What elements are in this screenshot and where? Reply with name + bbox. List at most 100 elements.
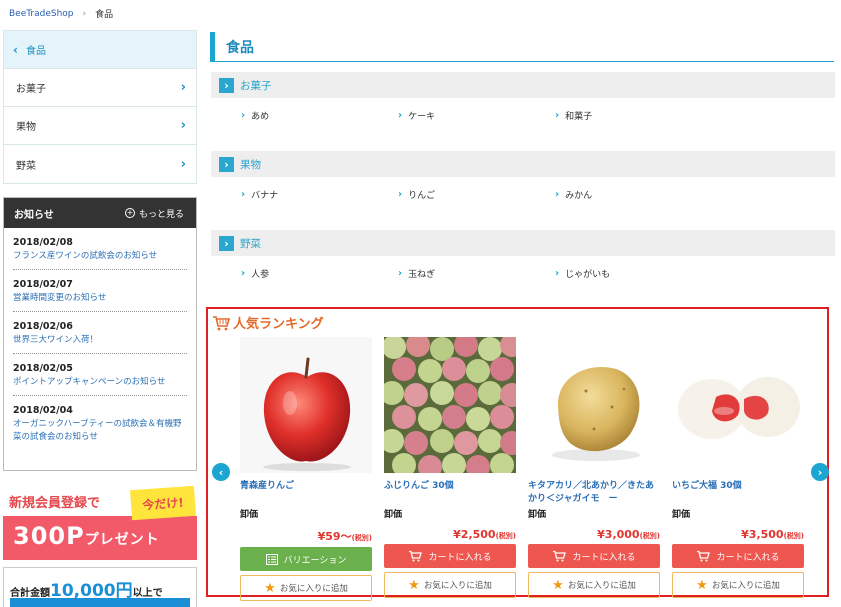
sidebar-item-fruit[interactable]: 果物 › <box>4 107 196 145</box>
add-to-favorites-button[interactable]: ★ お気に入りに追加 <box>384 572 516 598</box>
price-value: ¥3,000 <box>597 528 640 541</box>
carousel-next-button[interactable]: › <box>811 463 829 481</box>
subcategory-link[interactable]: › みかん <box>555 188 712 201</box>
product-name-link[interactable]: いちご大福 30個 <box>672 480 804 506</box>
chevron-right-icon: › <box>219 77 234 93</box>
price-tax-label: (税別) <box>495 532 516 540</box>
price-tax-label: (税別) <box>639 532 660 540</box>
signup-banner-badge: 今だけ! <box>130 486 196 521</box>
list-icon <box>265 553 278 565</box>
subcategory-label: 和菓子 <box>565 112 593 122</box>
chevron-right-icon: › <box>180 156 186 172</box>
subcategory-link[interactable]: › 人参 <box>241 267 398 280</box>
price-value: ¥59〜 <box>317 530 352 543</box>
ranking-header: 人気ランキング <box>212 313 324 332</box>
product-price: ¥59〜(税別) <box>240 528 372 544</box>
subcategory-link[interactable]: › りんご <box>398 188 555 201</box>
product-image[interactable] <box>240 337 372 473</box>
news-box: お知らせ + もっと見る 2018/02/08 フランス産ワインの試飲会のお知ら… <box>3 197 197 471</box>
add-to-favorites-button[interactable]: ★ お気に入りに追加 <box>240 575 372 601</box>
product-image[interactable] <box>384 337 516 473</box>
signup-banner-line2: 300Pプレゼント <box>13 522 160 550</box>
signup-banner-line1: 新規会員登録で <box>9 496 101 511</box>
subcategory-link[interactable]: › 和菓子 <box>555 109 712 122</box>
category-section-okashi: › お菓子 › あめ › ケーキ › 和菓子 <box>211 72 835 122</box>
add-to-cart-label: カートに入れる <box>716 552 780 563</box>
chevron-right-icon: › <box>555 189 560 200</box>
category-section-header[interactable]: › お菓子 <box>211 72 835 98</box>
add-to-favorites-button[interactable]: ★ お気に入りに追加 <box>672 572 804 598</box>
carousel-prev-button[interactable]: ‹ <box>212 463 230 481</box>
price-tax-label: (税別) <box>783 532 804 540</box>
chevron-right-icon: › <box>219 235 234 251</box>
product-image[interactable] <box>672 337 804 473</box>
breadcrumb-separator: › <box>82 8 87 19</box>
variation-button[interactable]: バリエーション <box>240 547 372 571</box>
news-entry: 2018/02/06 世界三大ワイン入荷！ <box>13 312 187 354</box>
breadcrumb: BeeTradeShop › 食品 <box>9 7 113 21</box>
news-header: お知らせ + もっと見る <box>4 198 196 228</box>
chevron-right-icon: › <box>555 268 560 279</box>
subcategory-label: ケーキ <box>408 112 436 122</box>
product-price: ¥2,500(税別) <box>384 528 516 541</box>
free-shipping-banner[interactable]: 合計金額10,000円以上で <box>3 567 197 607</box>
add-to-cart-button[interactable]: カートに入れる <box>528 544 660 568</box>
subcategory-link[interactable]: › じゃがいも <box>555 267 712 280</box>
category-back-label: 食品 <box>25 46 46 57</box>
chevron-right-icon: › <box>219 156 234 172</box>
chevron-right-icon: › <box>398 268 403 279</box>
add-to-favorites-button[interactable]: ★ お気に入りに追加 <box>528 572 660 598</box>
sidebar-item-label: 果物 <box>16 122 36 133</box>
news-link[interactable]: オーガニックハーブティーの試飲会＆有機野菜の試食会のお知らせ <box>13 419 182 442</box>
news-date: 2018/02/08 <box>13 237 73 248</box>
product-name-link[interactable]: ふじりんご 30個 <box>384 480 516 506</box>
chevron-right-icon: › <box>555 110 560 121</box>
subcategory-label: みかん <box>565 191 593 201</box>
news-date: 2018/02/04 <box>13 405 73 416</box>
signup-banner[interactable]: 新規会員登録で 今だけ! 300Pプレゼント <box>3 486 197 560</box>
category-back-link[interactable]: ‹ 食品 <box>4 31 196 69</box>
category-section-header[interactable]: › 果物 <box>211 151 835 177</box>
subcategory-link[interactable]: › ケーキ <box>398 109 555 122</box>
star-icon: ★ <box>408 577 420 593</box>
add-to-cart-button[interactable]: カートに入れる <box>384 544 516 568</box>
price-value: ¥2,500 <box>453 528 496 541</box>
news-link[interactable]: フランス産ワインの試飲会のお知らせ <box>13 251 157 261</box>
add-to-cart-button[interactable]: カートに入れる <box>672 544 804 568</box>
favorites-label: お気に入りに追加 <box>279 584 348 594</box>
price-tax-label: (税別) <box>351 534 372 542</box>
add-to-cart-label: カートに入れる <box>428 552 492 563</box>
news-link[interactable]: 営業時間変更のお知らせ <box>13 293 106 303</box>
product-image[interactable] <box>528 337 660 473</box>
news-date: 2018/02/06 <box>13 321 73 332</box>
subcategory-link[interactable]: › バナナ <box>241 188 398 201</box>
news-link[interactable]: 世界三大ワイン入荷！ <box>13 335 98 345</box>
news-entry: 2018/02/05 ポイントアップキャンペーンのお知らせ <box>13 354 187 396</box>
subcategory-link[interactable]: › あめ <box>241 109 398 122</box>
sidebar-item-vegetable[interactable]: 野菜 › <box>4 145 196 183</box>
cart-icon <box>552 550 567 562</box>
signup-banner-points: 300P <box>13 522 85 550</box>
news-entry: 2018/02/04 オーガニックハーブティーの試飲会＆有機野菜の試食会のお知ら… <box>13 396 187 450</box>
category-section-header[interactable]: › 野菜 <box>211 230 835 256</box>
wholesale-label: 卸価 <box>672 510 691 520</box>
product-price: ¥3,000(税別) <box>528 528 660 541</box>
favorites-label: お気に入りに追加 <box>567 581 636 591</box>
product-name-link[interactable]: キタアカリ／北あかり／きたあかり＜ジャガイモ ー <box>528 480 660 506</box>
subcategory-link[interactable]: › 玉ねぎ <box>398 267 555 280</box>
category-nav: ‹ 食品 お菓子 › 果物 › 野菜 › <box>3 30 197 184</box>
breadcrumb-home-link[interactable]: BeeTradeShop <box>9 9 74 19</box>
chevron-right-icon: › <box>241 189 246 200</box>
add-to-cart-label: カートに入れる <box>572 552 636 563</box>
chevron-right-icon: › <box>180 118 186 133</box>
subcategory-label: バナナ <box>251 191 279 201</box>
wholesale-label: 卸価 <box>384 510 403 520</box>
product-card: 青森産りんご 卸価 ¥59〜(税別) バリエーション ★ お気に入りに追加 <box>240 337 372 601</box>
news-more-link[interactable]: + もっと見る <box>124 207 184 220</box>
subcategory-label: 人参 <box>251 270 270 280</box>
cart-icon <box>408 550 423 562</box>
sidebar-item-okashi[interactable]: お菓子 › <box>4 69 196 107</box>
category-section-name: 野菜 <box>240 237 261 250</box>
product-name-link[interactable]: 青森産りんご <box>240 480 372 506</box>
news-link[interactable]: ポイントアップキャンペーンのお知らせ <box>13 377 165 387</box>
